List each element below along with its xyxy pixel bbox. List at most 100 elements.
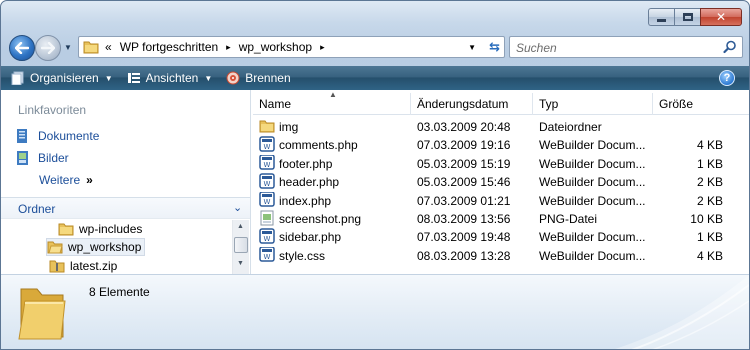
file-type: Dateiordner [539, 120, 602, 134]
column-name[interactable]: ▲ Name [253, 90, 411, 115]
column-type-label: Typ [539, 97, 559, 111]
chevron-down-icon: ▼ [104, 73, 113, 83]
file-date: 07.03.2009 01:21 [417, 193, 511, 208]
file-name: sidebar.php [279, 230, 342, 245]
address-dropdown-icon[interactable]: ▼ [468, 43, 476, 52]
file-date: 08.03.2009 13:56 [417, 212, 511, 226]
views-label: Ansichten [145, 71, 199, 85]
maximize-button[interactable] [674, 8, 700, 26]
scroll-down-icon[interactable]: ▼ [237, 260, 244, 267]
tree-item-wp-includes[interactable]: wp-includes [58, 220, 142, 238]
file-row[interactable]: Wfooter.php 05.03.2009 15:19 WeBuilder Doc… [253, 154, 749, 173]
address-bar[interactable]: « WP fortgeschritten ▸ wp_workshop ▸ ▼ ⇆ [78, 36, 505, 58]
file-date: 05.03.2009 15:19 [417, 156, 511, 171]
chevron-down-icon: ⌄ [233, 202, 243, 214]
file-type: WeBuilder Docum... [539, 230, 646, 245]
svg-text:W: W [264, 198, 271, 206]
column-size[interactable]: Größe [653, 93, 731, 115]
main-area: Linkfavoriten Dokumente Bilder Weitere» … [1, 90, 749, 274]
file-row[interactable]: Wstyle.css 08.03.2009 13:28 WeBuilder Docu… [253, 246, 749, 265]
file-row[interactable]: Windex.php 07.03.2009 01:21 WeBuilder Docu… [253, 191, 749, 210]
file-name-cell[interactable]: Wheader.php [259, 173, 339, 191]
favorite-label: Bilder [38, 151, 69, 165]
file-row[interactable]: Wcomments.php 07.03.2009 19:16 WeBuilder D… [253, 136, 749, 154]
column-name-label: Name [259, 97, 292, 111]
column-date[interactable]: Änderungsdatum [411, 93, 533, 115]
navigation-pane: Linkfavoriten Dokumente Bilder Weitere» … [1, 90, 251, 274]
chevron-down-icon: ▼ [204, 73, 213, 83]
views-icon [127, 73, 140, 83]
file-type: WeBuilder Docum... [539, 248, 646, 263]
webuilder-file-icon: W [259, 154, 275, 173]
file-row[interactable]: Wsidebar.php 07.03.2009 19:48 WeBuilder Do… [253, 228, 749, 246]
help-icon[interactable]: ? [719, 70, 735, 86]
close-button[interactable]: ✕ [700, 8, 742, 26]
file-name-cell[interactable]: Wfooter.php [259, 154, 332, 173]
file-name: style.css [279, 248, 326, 263]
breadcrumb-wp-fortgeschritten[interactable]: WP fortgeschritten [120, 40, 218, 54]
webuilder-file-icon: W [259, 173, 275, 191]
file-name: img [279, 120, 299, 134]
breadcrumb-separator[interactable]: ▸ [320, 42, 325, 53]
file-name-cell[interactable]: screenshot.png [259, 210, 361, 228]
file-list: ▲ Name Änderungsdatum Typ Größe img 03.03… [253, 90, 749, 274]
file-date: 05.03.2009 15:46 [417, 175, 511, 190]
file-name-cell[interactable]: Wstyle.css [259, 246, 326, 265]
forward-arrow-icon [41, 42, 55, 54]
favorite-pictures[interactable]: Bilder [16, 150, 69, 166]
file-type: WeBuilder Docum... [539, 138, 646, 153]
file-name: comments.php [279, 138, 358, 153]
scroll-up-icon[interactable]: ▲ [237, 223, 244, 230]
column-size-label: Größe [659, 97, 694, 111]
file-size: 1 KB [696, 156, 723, 171]
folder-icon [83, 41, 99, 54]
file-name: screenshot.png [279, 212, 362, 226]
file-size: 10 KB [690, 212, 723, 226]
forward-button[interactable] [35, 35, 61, 61]
search-box[interactable]: Suchen [509, 36, 743, 58]
navigation-bar: ▼ « WP fortgeschritten ▸ wp_workshop ▸ ▼… [9, 34, 743, 61]
search-icon[interactable] [723, 40, 737, 54]
file-date: 07.03.2009 19:16 [417, 138, 511, 153]
sort-ascending-icon: ▲ [329, 90, 337, 99]
folder-icon [58, 223, 74, 236]
file-name-cell[interactable]: Wcomments.php [259, 136, 358, 154]
file-size: 2 KB [696, 193, 723, 208]
details-pane: 8 Elemente [1, 274, 749, 349]
breadcrumb-overflow[interactable]: « [105, 40, 112, 54]
column-type[interactable]: Typ [533, 93, 653, 115]
tree-item-wp-workshop[interactable]: wp_workshop [46, 238, 146, 256]
file-row[interactable]: screenshot.png 08.03.2009 13:56 PNG-Datei 1… [253, 210, 749, 228]
refresh-icon[interactable]: ⇆ [489, 39, 500, 55]
favorite-label: Dokumente [38, 129, 100, 143]
maximize-icon [682, 13, 693, 21]
folders-scrollbar[interactable]: ▲ ▼ [232, 220, 249, 274]
breadcrumb-separator[interactable]: ▸ [226, 42, 231, 53]
file-row[interactable]: img 03.03.2009 20:48 Dateiordner [253, 118, 749, 136]
back-button[interactable] [9, 35, 35, 61]
documents-icon [17, 129, 27, 143]
item-count: 8 Elemente [89, 285, 150, 299]
svg-text:W: W [264, 235, 271, 243]
burn-button[interactable]: Brennen [226, 71, 291, 85]
large-folder-icon [18, 288, 66, 340]
recent-pages-dropdown[interactable]: ▼ [64, 43, 72, 52]
minimize-button[interactable] [648, 8, 674, 26]
organize-menu-button[interactable]: Organisieren ▼ [11, 71, 113, 85]
breadcrumb-wp-workshop[interactable]: wp_workshop [239, 40, 312, 54]
file-name-cell[interactable]: img [259, 118, 298, 136]
file-size: 4 KB [696, 248, 723, 263]
folders-header[interactable]: Ordner ⌄ [1, 197, 250, 219]
favorite-documents[interactable]: Dokumente [16, 128, 99, 144]
column-header: ▲ Name Änderungsdatum Typ Größe [253, 90, 749, 115]
views-menu-button[interactable]: Ansichten ▼ [127, 71, 213, 85]
tree-item-latest-zip[interactable]: latest.zip [49, 257, 117, 275]
webuilder-file-icon: W [259, 228, 275, 246]
file-name-cell[interactable]: Windex.php [259, 191, 331, 210]
more-label: Weitere [39, 173, 81, 187]
file-name-cell[interactable]: Wsidebar.php [259, 228, 341, 246]
folder-icon [259, 119, 275, 136]
scrollbar-thumb[interactable] [234, 237, 248, 253]
file-row[interactable]: Wheader.php 05.03.2009 15:46 WeBuilder Doc… [253, 173, 749, 191]
more-favorites-link[interactable]: Weitere » [39, 173, 93, 187]
